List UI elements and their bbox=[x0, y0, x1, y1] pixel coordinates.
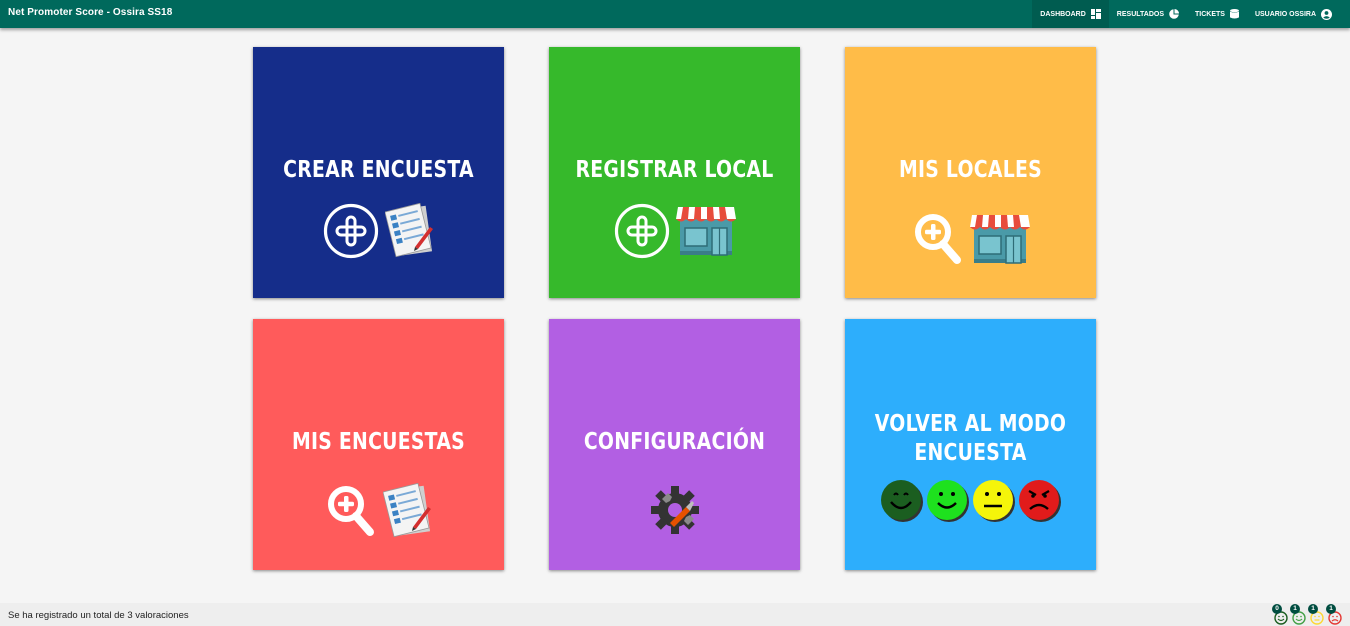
tile-mis-locales-label: MIS LOCALES bbox=[899, 157, 1042, 183]
zoom-in-icon bbox=[912, 211, 964, 272]
tile-crear-encuesta[interactable]: CREAR ENCUESTA bbox=[253, 47, 504, 298]
app-title: Net Promoter Score - Ossira SS18 bbox=[8, 7, 173, 18]
counter-badge: 0 bbox=[1272, 604, 1282, 614]
tile-configuracion-label: CONFIGURACIÓN bbox=[583, 429, 766, 455]
nav-tickets[interactable]: TICKETS bbox=[1187, 0, 1247, 28]
nav-usuario-label: USUARIO OSSIRA bbox=[1254, 10, 1316, 18]
neutral-face-icon bbox=[972, 479, 1016, 528]
tile-mis-locales[interactable]: MIS LOCALES bbox=[845, 47, 1096, 298]
zoom-in-icon bbox=[325, 483, 377, 544]
shop-icon bbox=[675, 205, 736, 262]
tile-crear-encuesta-icons bbox=[253, 202, 504, 264]
main-nav: DASHBOARD RESULTADOS TICKETS USUARIO OSS… bbox=[1032, 0, 1340, 28]
tile-volver-label-line1: VOLVER AL MODO bbox=[874, 411, 1067, 437]
tile-volver-label-line2: ENCUESTA bbox=[914, 440, 1027, 466]
nav-resultados-label: RESULTADOS bbox=[1116, 10, 1164, 18]
settings-gear-wrench-icon bbox=[648, 483, 702, 542]
tile-mis-encuestas[interactable]: MIS ENCUESTAS bbox=[253, 319, 504, 570]
tile-configuracion[interactable]: CONFIGURACIÓN bbox=[549, 319, 800, 570]
counter-happy: 1 bbox=[1290, 604, 1306, 626]
pie-chart-icon bbox=[1169, 9, 1179, 19]
happy-face-icon bbox=[926, 479, 970, 528]
nav-resultados[interactable]: RESULTADOS bbox=[1109, 0, 1187, 28]
survey-document-icon bbox=[383, 202, 435, 264]
shop-icon bbox=[969, 213, 1030, 270]
plus-circle-icon bbox=[323, 203, 379, 264]
counter-angry: 1 bbox=[1326, 604, 1342, 626]
plus-circle-icon bbox=[614, 203, 670, 264]
database-icon bbox=[1229, 9, 1239, 19]
rating-counters: 0 1 1 1 bbox=[1272, 604, 1342, 626]
status-footer: Se ha registrado un total de 3 valoracio… bbox=[0, 603, 1350, 626]
angry-face-icon bbox=[1018, 479, 1062, 528]
tile-volver-icons bbox=[845, 479, 1096, 528]
account-circle-icon bbox=[1321, 8, 1332, 20]
tile-mis-encuestas-label: MIS ENCUESTAS bbox=[291, 429, 465, 455]
nav-dashboard-label: DASHBOARD bbox=[1040, 10, 1086, 18]
counter-badge: 1 bbox=[1308, 604, 1318, 614]
ratings-summary: Se ha registrado un total de 3 valoracio… bbox=[8, 610, 189, 621]
tile-mis-encuestas-icons bbox=[253, 482, 504, 544]
nav-usuario[interactable]: USUARIO OSSIRA bbox=[1247, 0, 1340, 28]
tile-crear-encuesta-label: CREAR ENCUESTA bbox=[283, 157, 474, 183]
counter-very-happy: 0 bbox=[1272, 604, 1288, 626]
tile-volver-label: VOLVER AL MODO ENCUESTA bbox=[868, 410, 1074, 468]
nav-dashboard[interactable]: DASHBOARD bbox=[1032, 0, 1109, 28]
survey-document-icon bbox=[381, 482, 433, 544]
very-happy-face-icon bbox=[880, 479, 924, 528]
tile-registrar-local[interactable]: REGISTRAR LOCAL bbox=[549, 47, 800, 298]
tile-registrar-local-label: REGISTRAR LOCAL bbox=[575, 157, 774, 183]
nav-tickets-label: TICKETS bbox=[1194, 10, 1225, 18]
tile-volver-modo-encuesta[interactable]: VOLVER AL MODO ENCUESTA bbox=[845, 319, 1096, 570]
tile-configuracion-icons bbox=[549, 483, 800, 542]
top-app-bar: Net Promoter Score - Ossira SS18 DASHBOA… bbox=[0, 0, 1350, 28]
counter-neutral: 1 bbox=[1308, 604, 1324, 626]
counter-badge: 1 bbox=[1326, 604, 1336, 614]
tile-mis-locales-icons bbox=[845, 211, 1096, 272]
dashboard-icon bbox=[1090, 9, 1101, 19]
counter-badge: 1 bbox=[1290, 604, 1300, 614]
tile-registrar-local-icons bbox=[549, 203, 800, 264]
